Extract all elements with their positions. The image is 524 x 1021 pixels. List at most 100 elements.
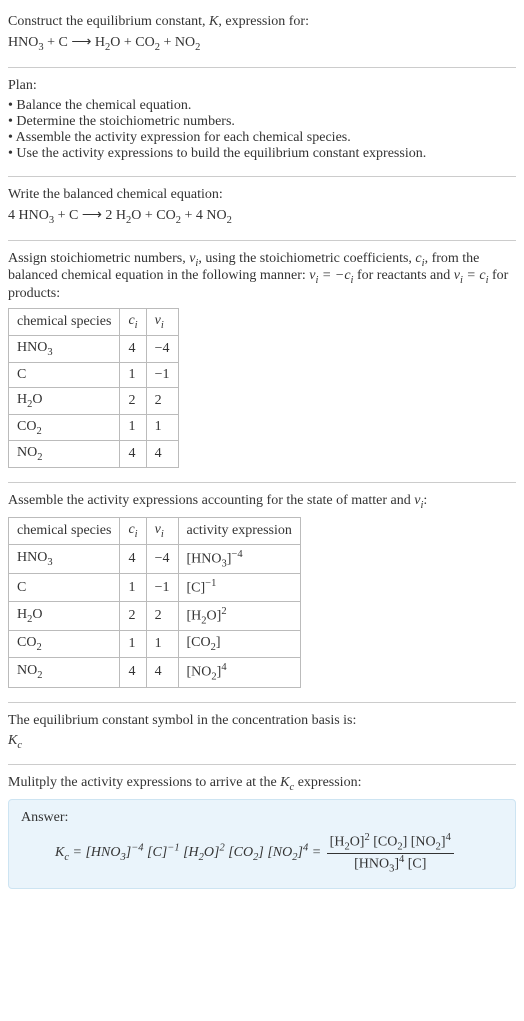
col-header: ci xyxy=(120,517,146,544)
cell: NO2 xyxy=(9,658,120,687)
cell: 2 xyxy=(120,601,146,630)
cell: −4 xyxy=(146,335,178,362)
cell: 1 xyxy=(146,414,178,441)
kc-symbol-line: The equilibrium constant symbol in the c… xyxy=(8,713,516,729)
cell: −1 xyxy=(146,574,178,602)
col-header: νi xyxy=(146,517,178,544)
table-row: NO244[NO2]4 xyxy=(9,658,301,687)
plan-item: Assemble the activity expression for eac… xyxy=(8,130,516,146)
answer-expression: Kc = [HNO3]−4 [C]−1 [H2O]2 [CO2] [NO2]4 … xyxy=(21,832,503,874)
cell: 1 xyxy=(120,362,146,387)
col-header: chemical species xyxy=(9,309,120,336)
table-header-row: chemical species ci νi xyxy=(9,309,179,336)
answer-numerator: [H2O]2 [CO2] [NO2]4 xyxy=(327,832,454,853)
cell: [C]−1 xyxy=(178,574,300,602)
c-i-symbol: ci xyxy=(415,251,424,266)
cell: 1 xyxy=(146,631,178,658)
answer-lhs: Kc = [HNO3]−4 [C]−1 [H2O]2 [CO2] [NO2]4 … xyxy=(55,845,325,860)
balanced-section: Write the balanced chemical equation: 4 … xyxy=(8,177,516,241)
cell: 2 xyxy=(120,387,146,414)
plan-list: Balance the chemical equation. Determine… xyxy=(8,98,516,162)
cell: CO2 xyxy=(9,414,120,441)
stoich-section: Assign stoichiometric numbers, νi, using… xyxy=(8,241,516,484)
table-row: NO244 xyxy=(9,441,179,468)
table-row: HNO34−4 xyxy=(9,335,179,362)
cell: HNO3 xyxy=(9,335,120,362)
cell: H2O xyxy=(9,601,120,630)
plan-item: Balance the chemical equation. xyxy=(8,98,516,114)
kc-symbol: Kc xyxy=(8,733,516,751)
plan-item: Use the activity expressions to build th… xyxy=(8,146,516,162)
cell: 4 xyxy=(120,441,146,468)
cell: 2 xyxy=(146,387,178,414)
activity-section: Assemble the activity expressions accoun… xyxy=(8,483,516,702)
table-row: CO211 xyxy=(9,414,179,441)
stoich-text-part: Assign stoichiometric numbers, xyxy=(8,251,189,266)
answer-section: Mulitply the activity expressions to arr… xyxy=(8,765,516,903)
cell: [NO2]4 xyxy=(178,658,300,687)
kc-symbol-section: The equilibrium constant symbol in the c… xyxy=(8,703,516,766)
cell: C xyxy=(9,362,120,387)
activity-table: chemical species ci νi activity expressi… xyxy=(8,517,301,688)
cell: 4 xyxy=(120,544,146,573)
plan-title: Plan: xyxy=(8,78,516,94)
cell: HNO3 xyxy=(9,544,120,573)
answer-box: Answer: Kc = [HNO3]−4 [C]−1 [H2O]2 [CO2]… xyxy=(8,799,516,889)
answer-denominator: [HNO3]4 [C] xyxy=(327,854,454,874)
prompt-text-a: Construct the equilibrium constant, xyxy=(8,14,209,29)
kc-inline: Kc xyxy=(280,775,294,790)
table-row: H2O22[H2O]2 xyxy=(9,601,301,630)
prompt-line-1: Construct the equilibrium constant, K, e… xyxy=(8,14,516,30)
plan-section: Plan: Balance the chemical equation. Det… xyxy=(8,68,516,177)
plan-item: Determine the stoichiometric numbers. xyxy=(8,114,516,130)
activity-text-part: Assemble the activity expressions accoun… xyxy=(8,493,414,508)
cell: 1 xyxy=(120,414,146,441)
cell: 1 xyxy=(120,631,146,658)
cell: −1 xyxy=(146,362,178,387)
col-header: ci xyxy=(120,309,146,336)
nu-i-symbol: νi xyxy=(189,251,198,266)
prompt-text-b: , expression for: xyxy=(218,14,309,29)
activity-text-part: : xyxy=(423,493,427,508)
cell: CO2 xyxy=(9,631,120,658)
cell: NO2 xyxy=(9,441,120,468)
prompt-section: Construct the equilibrium constant, K, e… xyxy=(8,4,516,68)
cell: 4 xyxy=(146,441,178,468)
multiply-text-b: expression: xyxy=(294,775,361,790)
stoich-relation: νi = ci xyxy=(454,268,489,283)
cell: 4 xyxy=(120,658,146,687)
cell: −4 xyxy=(146,544,178,573)
col-header: activity expression xyxy=(178,517,300,544)
stoich-table: chemical species ci νi HNO34−4 C1−1 H2O2… xyxy=(8,308,179,468)
stoich-text: Assign stoichiometric numbers, νi, using… xyxy=(8,251,516,303)
col-header: νi xyxy=(146,309,178,336)
table-row: H2O22 xyxy=(9,387,179,414)
cell: [H2O]2 xyxy=(178,601,300,630)
cell: H2O xyxy=(9,387,120,414)
balanced-equation: 4 HNO3 + C ⟶ 2 H2O + CO2 + 4 NO2 xyxy=(8,207,516,226)
multiply-text-a: Mulitply the activity expressions to arr… xyxy=(8,775,280,790)
col-header: chemical species xyxy=(9,517,120,544)
unbalanced-equation: HNO3 + C ⟶ H2O + CO2 + NO2 xyxy=(8,34,516,53)
multiply-line: Mulitply the activity expressions to arr… xyxy=(8,775,516,793)
table-row: C1−1[C]−1 xyxy=(9,574,301,602)
cell: 4 xyxy=(146,658,178,687)
answer-label: Answer: xyxy=(21,810,503,826)
stoich-relation: νi = −ci xyxy=(309,268,353,283)
cell: [HNO3]−4 xyxy=(178,544,300,573)
balanced-intro: Write the balanced chemical equation: xyxy=(8,187,516,203)
cell: 2 xyxy=(146,601,178,630)
cell: 1 xyxy=(120,574,146,602)
cell: [CO2] xyxy=(178,631,300,658)
prompt-K: K xyxy=(209,14,218,29)
table-row: HNO34−4[HNO3]−4 xyxy=(9,544,301,573)
table-header-row: chemical species ci νi activity expressi… xyxy=(9,517,301,544)
cell: 4 xyxy=(120,335,146,362)
answer-fraction: [H2O]2 [CO2] [NO2]4[HNO3]4 [C] xyxy=(327,832,454,874)
activity-text: Assemble the activity expressions accoun… xyxy=(8,493,516,511)
table-row: CO211[CO2] xyxy=(9,631,301,658)
stoich-text-part: , using the stoichiometric coefficients, xyxy=(198,251,415,266)
cell: C xyxy=(9,574,120,602)
stoich-text-part: for reactants and xyxy=(353,268,453,283)
table-row: C1−1 xyxy=(9,362,179,387)
